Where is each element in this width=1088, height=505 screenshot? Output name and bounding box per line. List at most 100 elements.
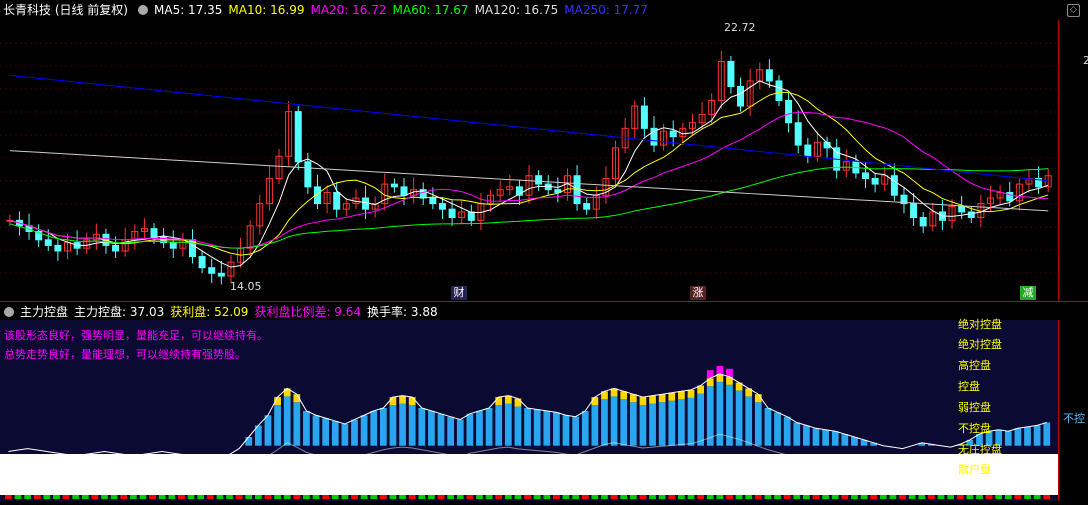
blue-bar xyxy=(783,416,791,446)
bottom-tick xyxy=(33,495,41,499)
bottom-tick xyxy=(235,495,243,499)
bottom-tick xyxy=(1043,495,1051,499)
blue-bar xyxy=(697,393,704,446)
gold-bar xyxy=(408,397,416,406)
candlestick-chart[interactable] xyxy=(0,20,1058,302)
bottom-tick xyxy=(774,495,781,499)
candle-body xyxy=(390,183,398,188)
bottom-tick xyxy=(254,495,262,499)
blue-bar xyxy=(812,428,820,446)
bottom-tick xyxy=(678,495,685,499)
price-axis-label: 2 xyxy=(1083,54,1088,67)
bottom-tick xyxy=(706,495,714,499)
bottom-tick xyxy=(1004,495,1012,499)
blue-bar xyxy=(245,437,253,446)
bottom-tick xyxy=(947,495,954,499)
comment-line-2: 总势走势良好，量能理想，可以继续持有强势股。 xyxy=(4,348,246,361)
bottom-tick xyxy=(591,495,599,499)
indicator-name[interactable]: 主力控盘 xyxy=(20,305,68,319)
bottom-tick xyxy=(274,495,281,499)
bottom-tick xyxy=(139,495,147,499)
blue-bar xyxy=(591,405,599,446)
blue-bar xyxy=(293,402,301,446)
bottom-tick xyxy=(351,495,358,499)
candle-body xyxy=(765,69,773,82)
blue-bar xyxy=(649,403,656,446)
gold-bar xyxy=(495,397,503,406)
gold-bar xyxy=(649,395,656,404)
bottom-tick xyxy=(72,495,80,499)
blue-bar xyxy=(841,434,849,446)
bottom-tick xyxy=(976,495,983,499)
bottom-tick xyxy=(43,495,51,499)
bottom-tick xyxy=(524,495,531,499)
level-6: 无庄控盘 xyxy=(958,443,1002,456)
candle-body xyxy=(448,208,456,219)
candle-body xyxy=(583,203,591,210)
blue-bar xyxy=(735,390,743,446)
blue-bar xyxy=(1043,422,1051,446)
bottom-tick xyxy=(418,495,426,499)
comment-line-1: 该股形态良好，强势明显，量能充足，可以继续持有。 xyxy=(4,329,268,342)
bottom-tick xyxy=(793,495,801,499)
blue-bar xyxy=(754,402,762,446)
gear-icon[interactable] xyxy=(4,307,14,317)
blue-bar xyxy=(716,381,724,446)
gold-bar xyxy=(658,394,666,403)
blue-bar xyxy=(283,396,291,446)
tag-cai[interactable]: 财 xyxy=(451,286,467,300)
collapse-icon[interactable]: ◇ xyxy=(1067,4,1080,17)
candle-body xyxy=(400,186,408,196)
blue-bar xyxy=(370,410,378,446)
indicator-header: 主力控盘 主力控盘: 37.03 获利盘: 52.09 获利盘比例差: 9.64 换手率… xyxy=(0,302,1088,322)
blue-bar xyxy=(389,405,397,446)
level-3: 控盘 xyxy=(958,380,980,393)
blue-bar xyxy=(629,402,637,446)
candle-body xyxy=(169,242,177,249)
bottom-tick xyxy=(860,495,868,499)
blue-bar xyxy=(476,410,483,446)
bottom-tick xyxy=(716,495,724,499)
level-2: 高控盘 xyxy=(958,359,991,372)
bottom-tick xyxy=(831,495,839,499)
bottom-tick xyxy=(754,495,762,499)
bottom-tick xyxy=(437,495,445,499)
bottom-tick xyxy=(639,495,647,499)
bottom-tick xyxy=(899,495,906,499)
right-level-label: 不控 xyxy=(1063,412,1085,425)
ma10-label: MA10: 16.99 xyxy=(228,3,305,17)
bottom-tick xyxy=(24,495,31,499)
bottom-tick xyxy=(764,495,772,499)
blue-bar xyxy=(774,412,781,446)
tag-zhang[interactable]: 涨 xyxy=(690,286,706,300)
candle-body xyxy=(890,175,898,196)
gold-bar xyxy=(687,389,695,398)
candle-body xyxy=(794,122,802,146)
candle-body xyxy=(910,203,918,219)
candle-body xyxy=(44,239,52,246)
tag-jian[interactable]: 减 xyxy=(1020,286,1036,300)
ma250-line xyxy=(9,74,1049,182)
gear-icon[interactable] xyxy=(138,5,148,15)
candle-body xyxy=(304,161,312,188)
zlkp-value: 主力控盘: 37.03 xyxy=(74,305,165,319)
candle-body xyxy=(438,203,446,210)
blue-bar xyxy=(408,405,416,446)
blue-bar xyxy=(639,405,647,446)
bottom-tick xyxy=(908,495,916,499)
blue-bar xyxy=(504,403,512,446)
candle-body xyxy=(640,105,648,129)
blue-bar xyxy=(678,399,685,446)
candle-body xyxy=(958,205,966,213)
stock-title[interactable]: 长青科技 (日线 前复权) xyxy=(3,3,128,17)
bottom-tick xyxy=(5,495,12,499)
blue-bar xyxy=(610,396,618,446)
price-axis-panel: 2 xyxy=(1058,20,1088,302)
bottom-tick xyxy=(649,495,656,499)
blue-bar xyxy=(303,410,310,446)
bottom-tick xyxy=(187,495,195,499)
blue-bar xyxy=(514,406,522,446)
blue-bar xyxy=(360,415,368,446)
level-0: 绝对控盘 xyxy=(958,318,1002,331)
bottom-tick xyxy=(928,495,935,499)
